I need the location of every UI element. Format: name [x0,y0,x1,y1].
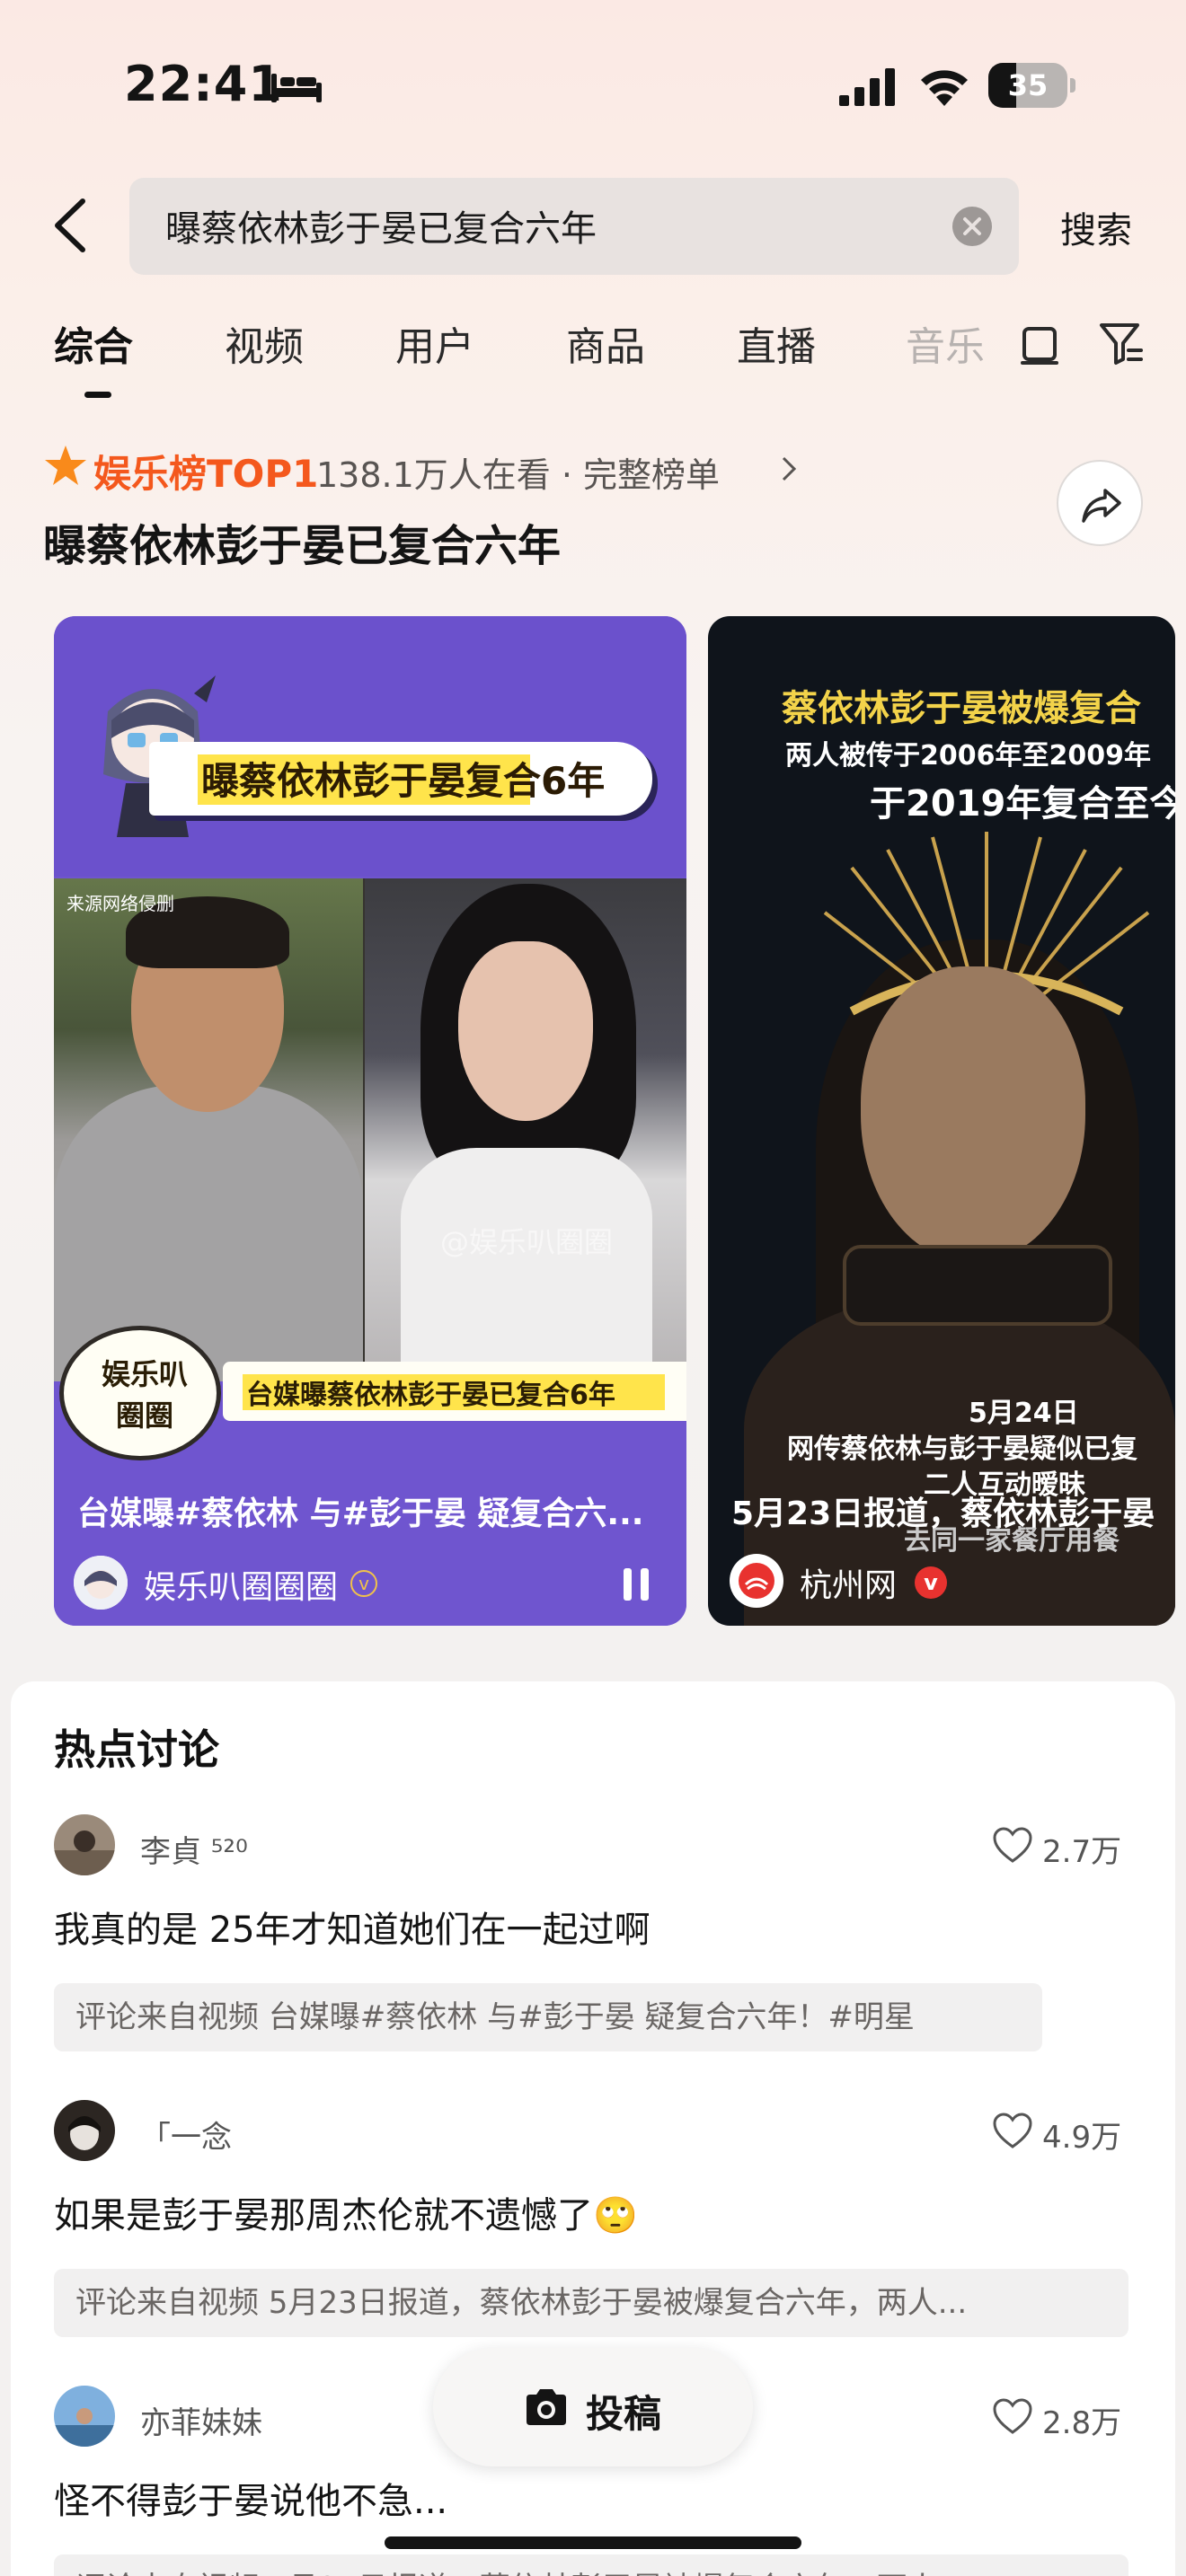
active-tab-indicator [84,392,111,398]
ranking-row[interactable]: 娱乐榜TOP1 138.1万人在看 · 完整榜单 [43,444,942,498]
star-icon [45,446,86,485]
like-count: 2.7万 [1042,1834,1122,1870]
home-indicator[interactable] [385,2536,801,2549]
avatar[interactable] [54,1814,115,1875]
heart-icon[interactable] [992,1827,1033,1865]
clear-icon[interactable] [951,205,994,248]
thumbnail-face [861,966,1085,1263]
ranking-label: 娱乐榜TOP1 [93,452,319,496]
video-card-footer: 台媒曝#蔡依林 与#彭于晏 疑复合六... 娱乐叭圈圈圈 v [54,1460,686,1626]
like-count: 4.9万 [1042,2120,1122,2156]
layout-icon[interactable] [1019,322,1062,366]
status-bar: 22:41 35 [0,0,1186,171]
share-button[interactable] [1057,460,1143,546]
heart-icon[interactable] [992,2113,1033,2150]
avatar[interactable] [54,2386,115,2447]
tab-videos[interactable]: 视频 [225,314,304,372]
camera-icon [527,2389,566,2425]
caption-strip: 台媒曝蔡依林彭于晏已复合6年 [223,1362,686,1421]
video-thumbnail: 来源网络侵删 @娱乐叭圈圈 [54,878,686,1381]
video-banner: 曝蔡依林彭于晏复合6年 [54,616,686,877]
pause-icon[interactable] [620,1566,652,1602]
comment-username[interactable]: 亦菲妹妹 [140,2398,262,2442]
channel-bubble: 娱乐叭圈圈 [59,1326,221,1460]
signal-icon [839,68,895,106]
source-tag: 来源网络侵删 [66,893,174,914]
filter-icon[interactable] [1098,320,1145,366]
list-item[interactable]: 「一念 4.9万 如果是彭于晏那周杰伦就不遗憾了🙄 评论来自视频 5月23日报道… [11,2100,1175,2378]
list-item[interactable]: 李貞 ⁵²⁰ 2.7万 我真的是 25年才知道她们在一起过啊 评论来自视频 台媒… [11,1814,1175,2093]
comment-source[interactable]: 评论来自视频 5月23日报道，蔡依林彭于晏被爆复合六年，两人... [54,2269,1128,2337]
search-results-page: 22:41 35 曝蔡依林彭于晏已复合六年 搜索 综合 视频 用户 商品 直播 … [0,0,1186,2576]
back-arrow-icon[interactable] [49,196,93,255]
bed-icon [271,74,322,102]
like-count: 2.8万 [1042,2405,1122,2441]
comment-username[interactable]: 「一念 [140,2113,232,2157]
tab-users[interactable]: 用户 [395,314,474,372]
tab-music[interactable]: 音乐 [906,314,985,372]
thumbnail-left-photo: 来源网络侵删 [54,878,363,1381]
comment-source[interactable]: 评论来自视频 5月23日报道，蔡依林彭于晏被爆复合六年，两人... [54,2554,1128,2576]
video-subtitle: 网传蔡依林与彭于晏疑似已复 [787,1434,1137,1465]
video-banner-title: 曝蔡依林彭于晏复合6年 [149,742,652,816]
comment-source[interactable]: 评论来自视频 台媒曝#蔡依林 与#彭于晏 疑复合六年！#明星 [54,1983,1042,2051]
wifi-icon [921,70,968,106]
video-title: 台媒曝#蔡依林 与#彭于晏 疑复合六... [77,1495,644,1532]
share-icon [1082,489,1121,523]
verified-badge-icon: v [350,1570,377,1597]
comment-text: 怪不得彭于晏说他不急... [54,2481,448,2522]
post-label: 投稿 [586,2392,662,2436]
video-headline: 两人被传于2006年至2009年 [785,740,1151,772]
thumbnail-collar [843,1245,1112,1326]
battery-indicator: 35 [988,63,1076,108]
battery-percent: 35 [1007,68,1049,102]
video-headline: 于2019年复合至今 [870,783,1175,825]
thumbnail-right-photo [365,878,686,1381]
avatar[interactable] [74,1556,128,1610]
video-subtitle: 5月24日 [969,1398,1079,1429]
result-tabs: 综合 视频 用户 商品 直播 音乐 [0,314,1186,404]
avatar[interactable] [730,1554,783,1608]
comment-text: 如果是彭于晏那周杰伦就不遗憾了🙄 [54,2195,638,2236]
tab-live[interactable]: 直播 [737,314,816,372]
panel-title: 热点讨论 [54,1725,219,1774]
search-button[interactable]: 搜索 [1060,201,1132,253]
author-name[interactable]: 杭州网 [800,1559,897,1606]
video-card[interactable]: 曝蔡依林彭于晏复合6年 来源网络侵删 @娱乐叭圈圈 台媒曝蔡依林彭于晏已复合6年… [54,616,686,1626]
video-card[interactable]: 蔡依林彭于晏被爆复合 两人被传于2006年至2009年 于2019年复合至今 5… [708,616,1175,1626]
post-button[interactable]: 投稿 [433,2348,753,2466]
heart-icon[interactable] [992,2398,1033,2436]
chevron-right-icon [782,456,797,481]
ranking-views: 138.1万人在看 · 完整榜单 [316,455,721,495]
avatar[interactable] [54,2100,115,2161]
comment-text: 我真的是 25年才知道她们在一起过啊 [54,1910,651,1951]
video-title: 5月23日报道，蔡依林彭于晏 [731,1495,1155,1532]
verified-badge-icon: v [915,1566,947,1599]
tab-all[interactable]: 综合 [54,314,133,372]
video-headline: 蔡依林彭于晏被爆复合 [782,688,1141,729]
tab-products[interactable]: 商品 [566,314,645,372]
comment-username[interactable]: 李貞 ⁵²⁰ [140,1827,248,1871]
search-input[interactable]: 曝蔡依林彭于晏已复合六年 [129,178,1019,275]
search-query: 曝蔡依林彭于晏已复合六年 [165,208,597,250]
topic-title: 曝蔡依林彭于晏已复合六年 [43,521,562,571]
watermark: @娱乐叭圈圈 [440,1225,614,1259]
status-time: 22:41 [124,56,283,112]
author-name[interactable]: 娱乐叭圈圈圈 [144,1561,338,1608]
